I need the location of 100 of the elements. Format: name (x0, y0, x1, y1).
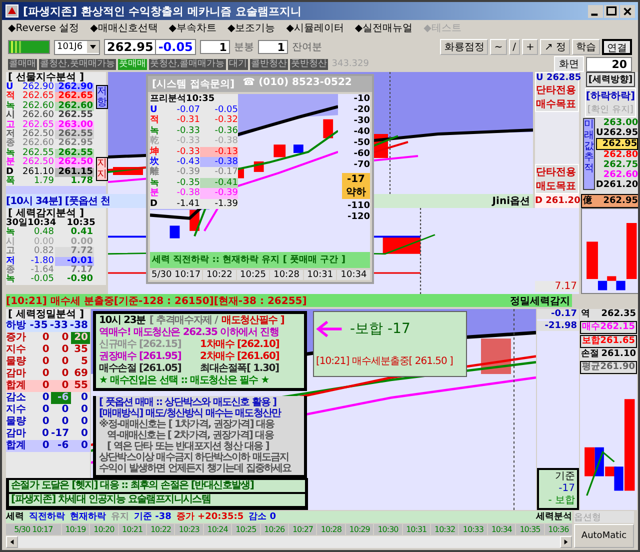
order-label: 역 (581, 309, 590, 320)
menu-item[interactable]: ◆Reverse 설정 (8, 21, 80, 35)
maximize-icon[interactable] (604, 4, 619, 18)
row-label: 물량 (6, 356, 27, 368)
remaining-field[interactable]: 1 (258, 40, 288, 54)
time-label: 10:28 (270, 270, 303, 280)
table-cell-text: 0 (60, 380, 70, 392)
signal-tag: 콜반청산 (250, 58, 288, 70)
row-label: 폭 (6, 177, 16, 186)
target-label: 매수목표 (536, 98, 577, 111)
futures-note: [10시 34분] [풋옵션 천 (6, 195, 110, 208)
panel-title: [ 세력감지분석 ] (8, 208, 84, 219)
row-label: 저 (6, 130, 16, 140)
row-label: 합계 (6, 440, 27, 452)
value-label: 億 (583, 195, 592, 207)
interval-field[interactable]: 1 (200, 40, 230, 54)
table-cell-text: 0 (41, 344, 50, 356)
table-cell: 20 (70, 332, 90, 344)
scroll-left-icon[interactable] (6, 536, 18, 548)
symbol-dropdown[interactable]: 101J6 (54, 40, 100, 54)
table-cell-text: 0 (41, 392, 50, 404)
automatic-button[interactable]: AutoMatic (574, 524, 634, 548)
menu-item[interactable]: ◆매매신호선택 (90, 21, 158, 35)
time-label: 10:23 (175, 524, 203, 535)
time-label: 10:35 (516, 524, 544, 535)
table-cell: 7.72 (55, 247, 94, 257)
axis-label: -110 (347, 201, 370, 212)
menu-item[interactable]: ◆시뮬레이터 (286, 21, 344, 35)
overlay-message: [10:21] 매수세분출중[ 261.50 ] (316, 355, 454, 368)
order-label: 손절 (581, 349, 599, 360)
signal-tag: 풋매매 (118, 58, 147, 70)
table-cell-text: -33 (50, 320, 69, 332)
time-label: 10:34 (488, 524, 516, 535)
row-label: U (150, 105, 158, 115)
row-label: 종 (6, 139, 16, 148)
scroll-right-icon[interactable] (560, 536, 572, 548)
toolbar-button[interactable]: ~ (490, 39, 507, 55)
table-cell-text: -0.17 (214, 167, 238, 178)
axis-label: -60 (354, 149, 370, 160)
left-arrow-icon (316, 320, 344, 338)
axis-label: -10 (354, 94, 370, 105)
order-value: 262.15 (600, 322, 635, 333)
order-label: 보합 (582, 336, 600, 347)
table-cell: -0.41 (200, 178, 238, 188)
time-label: 10:34 (337, 270, 370, 280)
forecast-value: 262.75 (602, 160, 638, 170)
popup-status-bar: 세력 직전하락 :: 현재하락 유지 [ 풋매매 구간 ] (150, 252, 370, 268)
toolbar-button[interactable]: 연결 (602, 39, 632, 55)
forecast-value: 262.80 (602, 150, 638, 160)
support-label: 지지 (96, 157, 108, 181)
close-icon[interactable] (620, 4, 635, 18)
panel-title: [세력방향] (586, 72, 635, 87)
time-label: 10:22 (147, 524, 174, 535)
table-cell-text: 0 (80, 392, 89, 404)
toolbar-button[interactable]: ↗ 정 (540, 39, 570, 55)
strength-label: 약하 (346, 186, 366, 199)
row-label: 녹 (6, 102, 16, 111)
toolbar-button[interactable]: 화룡점정 (440, 39, 488, 55)
guide-line: 역-매매신호는 [ 2차가격, 권장가격] 대응 (106, 430, 275, 441)
table-cell-text: 0 (41, 416, 50, 428)
toolbar-button[interactable]: / (508, 39, 520, 55)
menu-item[interactable]: ◆실전매뉴얼 (354, 21, 413, 35)
table-cell-text: 0 (80, 416, 89, 428)
row-label: 증가 (6, 332, 27, 344)
menu-item[interactable]: ◆보조기능 (227, 21, 276, 35)
table-cell-text: 0 (41, 440, 50, 452)
time-label: 10:36 (544, 524, 572, 535)
table-cell-text: 262.50 (22, 130, 55, 140)
guide-line: 수익이 발생하면 언제든지 챙기는데 집중하세요 (99, 463, 292, 474)
row-label: 분 (150, 188, 160, 199)
toolbar-button[interactable]: 학습 (572, 39, 600, 55)
toolbar-button[interactable]: + (522, 39, 538, 55)
column-header: 10:35 (66, 219, 96, 228)
dropdown-icon[interactable] (87, 41, 99, 53)
table-cell-text: 262.55 (57, 111, 94, 120)
menu-item[interactable]: ◆부속차트 (168, 21, 216, 35)
row-label: 녹 (150, 178, 160, 188)
axis-label: -20 (354, 105, 370, 116)
table-cell-text: 1.79 (32, 177, 55, 186)
table-cell-text: 0 (41, 332, 50, 344)
upper-price-label: U 262.85 (536, 73, 578, 83)
time-label: 10:19 (62, 524, 90, 535)
table-cell-text: 0 (60, 356, 70, 368)
row-label: 坎 (150, 157, 160, 168)
table-cell: 262.60 (55, 102, 94, 112)
table-cell-text: 0 (41, 428, 50, 440)
row-label: 지수 (6, 344, 27, 356)
axis-label: -70 (354, 160, 370, 171)
row-label: 감마 (6, 428, 27, 440)
screen-field[interactable]: 20 (586, 56, 632, 72)
minimize-icon[interactable] (588, 4, 603, 18)
row-label: D (150, 198, 158, 210)
table-cell-text: 262.90 (22, 83, 55, 92)
interval-unit-label: 분봉 (234, 41, 254, 54)
guide-line: [ 풋옵션 매매 :: 상단박스와 매도신호 활용 ] (99, 397, 278, 408)
screen-label: 화면 (554, 56, 584, 72)
strength-value: -17 (346, 173, 366, 186)
alert-message: [10:21] 매수세 분출중[기준-128 : 26150][현재-38 : 26255] (6, 294, 307, 308)
table-title: 프리분석10:35 (150, 94, 216, 105)
row-label: 녹 (6, 275, 16, 285)
